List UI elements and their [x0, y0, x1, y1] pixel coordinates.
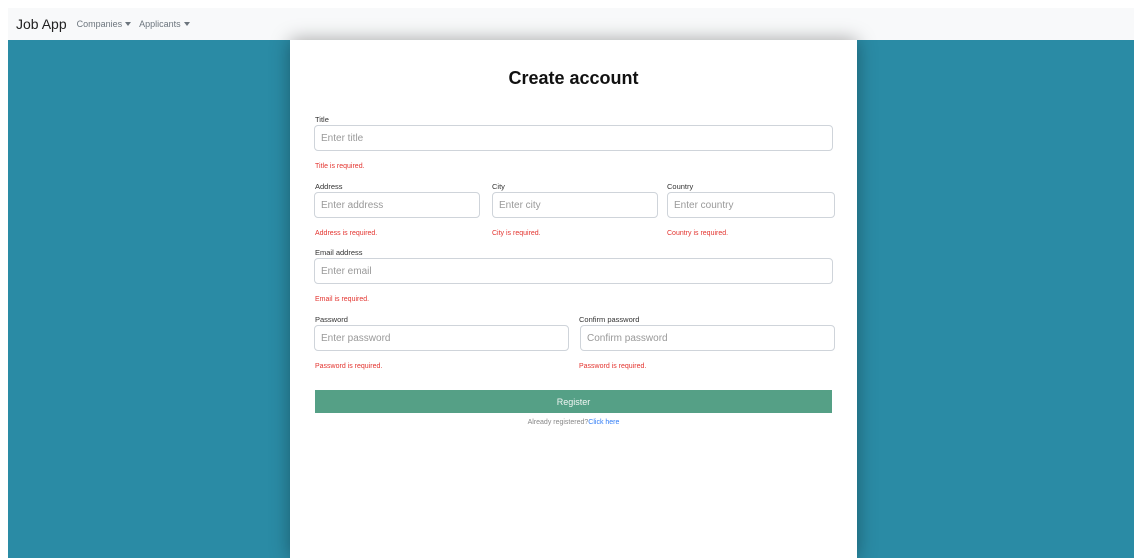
country-input[interactable]: Enter country — [667, 192, 835, 218]
city-error: City is required. — [492, 230, 541, 237]
address-error: Address is required. — [315, 230, 378, 237]
country-error: Country is required. — [667, 230, 729, 237]
address-label: Address — [315, 182, 343, 191]
city-input[interactable]: Enter city — [492, 192, 658, 218]
brand-logo[interactable]: Job App — [16, 16, 67, 32]
top-navbar: Job App Companies Applicants — [8, 8, 1134, 40]
chevron-down-icon — [183, 22, 190, 26]
password-error: Password is required. — [315, 363, 383, 370]
confirm-password-label: Confirm password — [579, 315, 640, 324]
title-error: Title is required. — [315, 163, 365, 170]
register-card: Create account Title Enter title Title i… — [290, 40, 857, 558]
city-label: City — [492, 182, 505, 191]
email-label: Email address — [315, 248, 363, 257]
chevron-down-icon — [125, 22, 132, 26]
nav-item-applicants[interactable]: Applicants — [139, 19, 190, 29]
password-label: Password — [315, 315, 348, 324]
email-error: Email is required. — [315, 296, 370, 303]
address-input[interactable]: Enter address — [314, 192, 480, 218]
nav-item-label: Companies — [76, 19, 123, 29]
confirm-password-input[interactable]: Confirm password — [580, 325, 835, 351]
title-label: Title — [315, 115, 329, 124]
nav-item-companies[interactable]: Companies — [77, 19, 132, 29]
login-prompt-text: Already registered? — [527, 419, 589, 426]
register-button[interactable]: Register — [315, 390, 832, 413]
confirm-password-error: Password is required. — [579, 363, 647, 370]
email-input[interactable]: Enter email — [314, 258, 833, 284]
nav-item-label: Applicants — [139, 19, 181, 29]
title-input[interactable]: Enter title — [314, 125, 833, 151]
login-prompt: Already registered?Click here — [290, 419, 857, 426]
page-title: Create account — [508, 68, 639, 88]
country-label: Country — [667, 182, 694, 191]
login-link[interactable]: Click here — [588, 419, 619, 426]
password-input[interactable]: Enter password — [314, 325, 569, 351]
